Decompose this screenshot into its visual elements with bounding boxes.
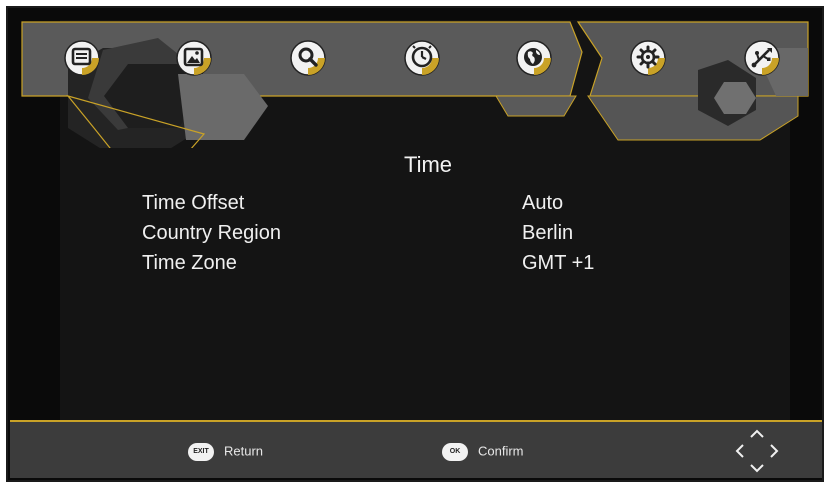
- clock-icon: [404, 40, 440, 76]
- tv-screen: Time Time Offset Auto Country Region Ber…: [6, 6, 824, 482]
- exit-return-hint[interactable]: EXIT Return: [188, 440, 263, 462]
- page-title: Time: [403, 152, 453, 177]
- setting-label: Time Zone: [142, 252, 237, 274]
- tv-list-icon: [64, 40, 100, 76]
- menu-bar-graphic: [21, 21, 809, 148]
- setting-value: GMT +1: [522, 252, 595, 274]
- setting-label: Country Region: [142, 222, 281, 244]
- setting-value: Berlin: [522, 222, 574, 244]
- system-menu-icon[interactable]: [630, 40, 666, 76]
- globe-icon: [516, 40, 552, 76]
- ok-key-icon: OK: [442, 442, 468, 461]
- usb-menu-icon[interactable]: [744, 40, 780, 76]
- usb-icon: [744, 40, 780, 76]
- picture-menu-icon[interactable]: [176, 40, 212, 76]
- footer-hint-bar: EXIT Return OK Confirm: [10, 420, 822, 478]
- search-menu-icon[interactable]: [290, 40, 326, 76]
- setting-value: Auto: [522, 192, 564, 214]
- setting-row-time-offset[interactable]: Time Offset Auto: [142, 190, 662, 216]
- option-menu-icon[interactable]: [516, 40, 552, 76]
- program-menu-icon[interactable]: [64, 40, 100, 76]
- exit-key-icon: EXIT: [188, 442, 214, 461]
- search-icon: [290, 40, 326, 76]
- confirm-label: Confirm: [478, 443, 524, 459]
- directional-arrows-icon: [735, 429, 779, 473]
- time-menu-icon[interactable]: [404, 40, 440, 76]
- ok-confirm-hint[interactable]: OK Confirm: [442, 440, 524, 462]
- top-menu-bar: [8, 8, 822, 148]
- return-label: Return: [224, 443, 264, 459]
- setting-row-time-zone[interactable]: Time Zone GMT +1: [142, 250, 662, 276]
- gear-icon: [630, 40, 666, 76]
- setting-label: Time Offset: [142, 192, 245, 214]
- picture-icon: [176, 40, 212, 76]
- setting-row-country-region[interactable]: Country Region Berlin: [142, 220, 662, 246]
